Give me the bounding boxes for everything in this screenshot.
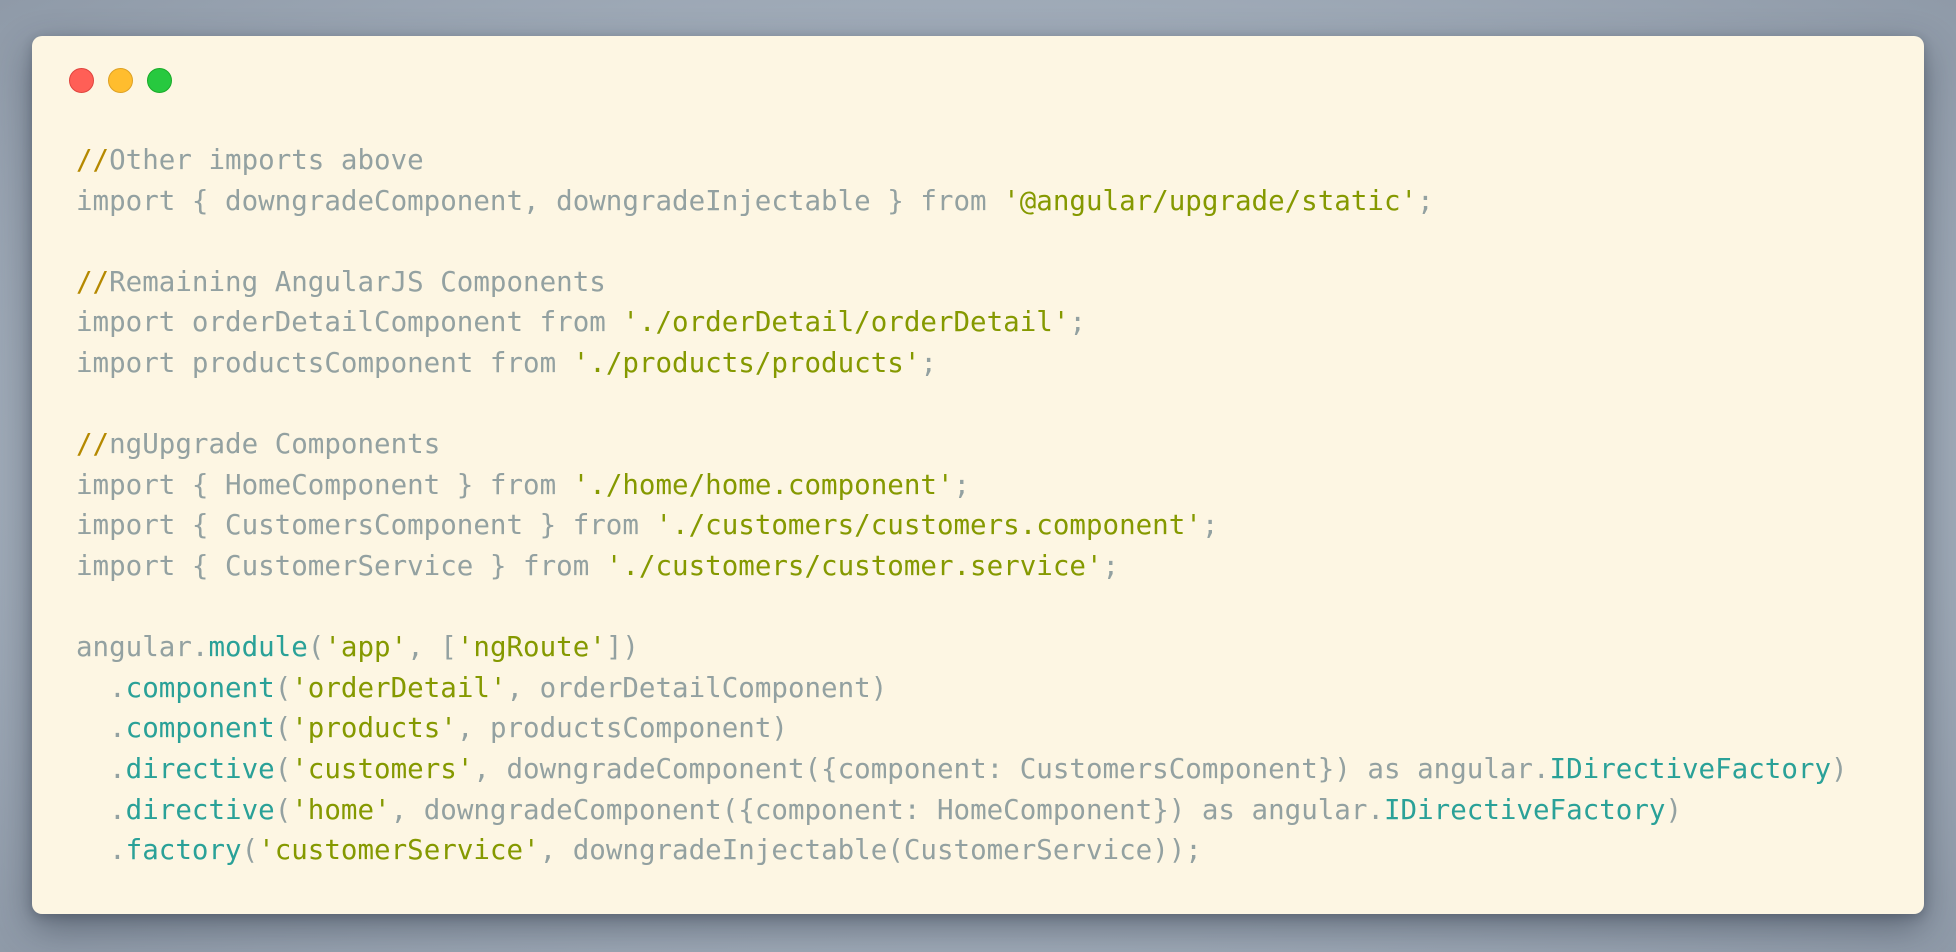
- code-line: .factory('customerService', downgradeInj…: [76, 830, 1848, 871]
- code-token-plain: , downgradeComponent({component: HomeCom…: [390, 793, 1384, 826]
- code-line: .component('orderDetail', orderDetailCom…: [76, 668, 1848, 709]
- minimize-button[interactable]: [108, 68, 133, 93]
- code-token-comment: Other imports above: [109, 144, 424, 176]
- code-token-punct: (: [274, 671, 292, 704]
- code-token-punct: ;: [1069, 306, 1086, 339]
- code-token-punct: (: [241, 834, 259, 867]
- code-blank-line: ​: [76, 384, 1848, 425]
- code-token-punct: (: [274, 793, 292, 826]
- code-token-plain: import { HomeComponent } from: [76, 468, 573, 501]
- code-line: import orderDetailComponent from './orde…: [76, 302, 1848, 343]
- code-token-plain: , downgradeInjectable(CustomerService));: [539, 834, 1202, 867]
- code-token-comment: Remaining AngularJS Components: [109, 265, 606, 298]
- code-token-string: 'ngRoute': [456, 631, 606, 664]
- code-token-punct: , [: [407, 631, 457, 664]
- code-line: import { CustomersComponent } from './cu…: [76, 505, 1848, 546]
- code-line: .directive('customers', downgradeCompone…: [76, 749, 1848, 790]
- code-token-punct: ): [1665, 793, 1683, 826]
- code-token-plain: import productsComponent from: [76, 346, 573, 379]
- code-token-punct: ;: [1201, 509, 1219, 542]
- code-line: .component('products', productsComponent…: [76, 708, 1848, 749]
- code-token-method: component: [125, 712, 275, 745]
- code-token-plain: , orderDetailComponent): [506, 671, 888, 704]
- code-token-string: 'home': [291, 793, 391, 826]
- code-token-plain: .: [76, 752, 126, 785]
- code-token-method: module: [208, 631, 308, 664]
- code-token-string: 'products': [291, 712, 457, 745]
- code-token-punct: (: [274, 712, 292, 745]
- code-block: //Other imports above import { downgradeC…: [76, 140, 1848, 871]
- code-token-plain: angular.: [76, 631, 209, 664]
- code-token-punct: ;: [920, 346, 937, 379]
- code-token-comment-slash: //: [76, 144, 110, 176]
- code-line: import productsComponent from './product…: [76, 343, 1848, 384]
- code-line: angular.module('app', ['ngRoute']): [76, 627, 1848, 668]
- code-token-plain: import { downgradeComponent, downgradeIn…: [76, 184, 1004, 217]
- code-line: //Remaining AngularJS Components: [76, 262, 1848, 303]
- code-token-punct: ]): [605, 631, 639, 664]
- code-token-comment: ngUpgrade Components: [109, 428, 441, 461]
- code-token-plain: import { CustomerService } from: [76, 549, 606, 582]
- code-token-plain: .: [76, 834, 126, 867]
- code-line: import { HomeComponent } from './home/ho…: [76, 465, 1848, 506]
- code-token-plain: .: [76, 712, 126, 745]
- code-token-plain: , downgradeComponent({component: Custome…: [473, 752, 1550, 785]
- code-token-type: IDirectiveFactory: [1383, 793, 1666, 826]
- code-token-punct: ;: [1417, 184, 1434, 217]
- close-button[interactable]: [69, 68, 94, 93]
- code-token-punct: (: [307, 631, 325, 664]
- code-token-method: factory: [125, 834, 242, 867]
- code-token-string: './products/products': [572, 346, 921, 379]
- code-line: import { CustomerService } from './custo…: [76, 546, 1848, 587]
- code-token-comment-slash: //: [76, 265, 110, 298]
- code-token-plain: .: [76, 671, 126, 704]
- code-token-punct: ): [1831, 752, 1848, 785]
- code-line: .directive('home', downgradeComponent({c…: [76, 790, 1848, 831]
- code-token-plain: import orderDetailComponent from: [76, 306, 623, 339]
- code-token-plain: , productsComponent): [456, 712, 788, 745]
- code-token-punct: (: [274, 752, 292, 785]
- code-token-string: './home/home.component': [572, 468, 954, 501]
- code-line: import { downgradeComponent, downgradeIn…: [76, 181, 1848, 222]
- code-blank-line: ​: [76, 587, 1848, 628]
- code-token-string: './customers/customers.component': [655, 509, 1202, 542]
- code-token-string: './orderDetail/orderDetail': [622, 306, 1070, 339]
- code-token-punct: ;: [953, 468, 971, 501]
- code-token-punct: ;: [1102, 549, 1120, 582]
- code-token-string: '@angular/upgrade/static': [1003, 184, 1418, 217]
- code-token-string: 'app': [324, 631, 408, 664]
- code-token-comment-slash: //: [76, 428, 110, 461]
- code-token-method: directive: [125, 752, 275, 785]
- code-token-string: './customers/customer.service': [605, 549, 1103, 582]
- code-token-method: directive: [125, 793, 275, 826]
- code-token-plain: import { CustomersComponent } from: [76, 509, 656, 542]
- code-token-type: IDirectiveFactory: [1549, 752, 1832, 785]
- maximize-button[interactable]: [147, 68, 172, 93]
- code-line: //Other imports above: [76, 140, 1848, 181]
- window-controls: [69, 68, 172, 94]
- code-token-string: 'orderDetail': [291, 671, 507, 704]
- code-token-method: component: [125, 671, 275, 704]
- code-token-string: 'customers': [291, 752, 474, 785]
- code-token-plain: .: [76, 793, 126, 826]
- code-window: //Other imports above import { downgradeC…: [32, 36, 1924, 914]
- code-blank-line: ​: [76, 221, 1848, 262]
- code-token-string: 'customerService': [258, 834, 540, 867]
- code-line: //ngUpgrade Components: [76, 424, 1848, 465]
